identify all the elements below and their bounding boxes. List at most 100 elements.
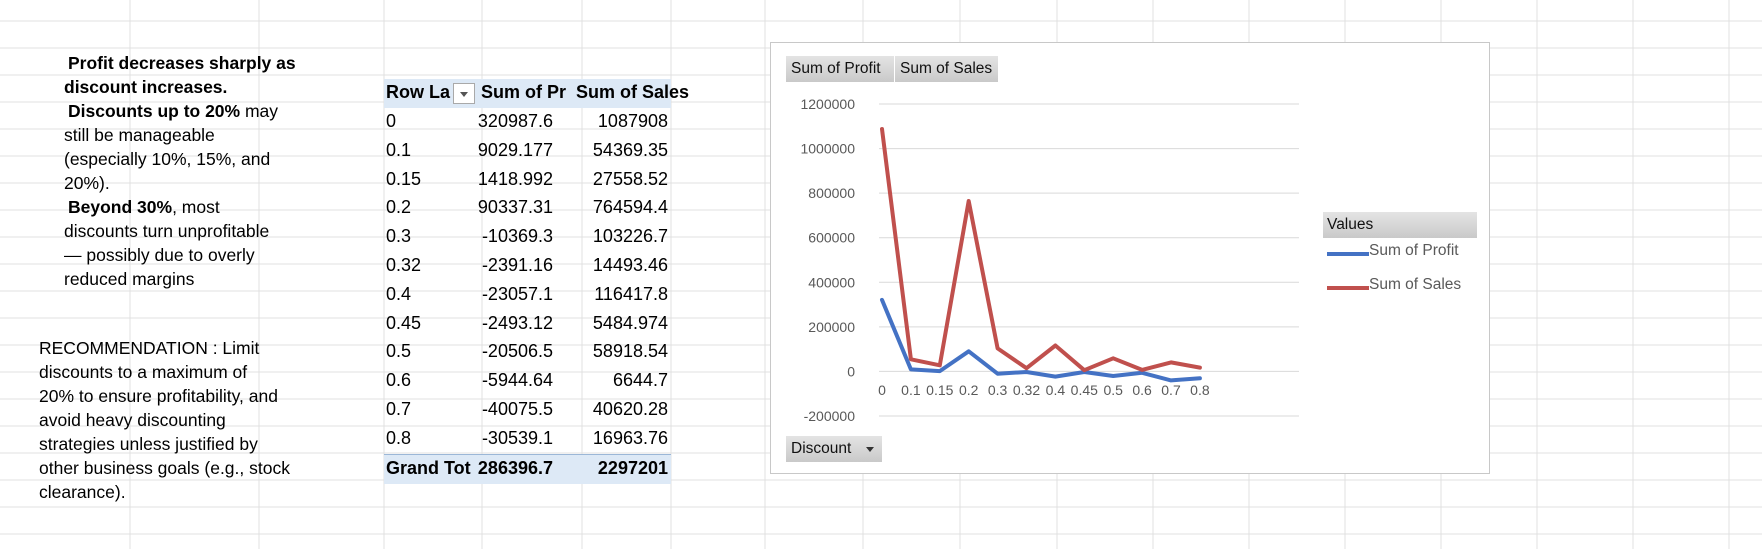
pivot-row-profit: -30539.1 [481, 427, 553, 448]
pivot-row-sales: 40620.28 [592, 399, 668, 419]
discount-field-button[interactable]: Discount [786, 436, 882, 462]
y-tick-label: 400000 [808, 274, 855, 290]
legend-item: Sum of Profit [1323, 238, 1477, 272]
insight-line: Discounts up to 20% may [64, 99, 344, 123]
pivot-row: 0 320987.6 1087908 [384, 108, 671, 137]
pivot-row-sales: 5484.974 [592, 312, 668, 333]
insight-text: (especially 10%, 15%, and [64, 149, 271, 169]
insight-line: Profit decreases sharply as [64, 51, 344, 75]
insight-text: reduced margins [64, 269, 195, 289]
insight-line: discounts turn unprofitable [64, 219, 344, 243]
x-tick-label: 0.4 [1046, 382, 1066, 398]
insight-text: still be manageable [64, 125, 215, 145]
pivot-row-label: 0 [386, 111, 397, 131]
insight-line: discount increases. [64, 75, 344, 99]
pivot-row-label: 0.45 [386, 312, 422, 333]
insights-note: Profit decreases sharply as discount incr… [64, 51, 344, 291]
legend-label: Sum of Sales [1369, 276, 1462, 293]
insight-text: 20%). [64, 173, 110, 193]
x-tick-label: 0.5 [1103, 382, 1123, 398]
pivot-row-label: 0.15 [386, 168, 422, 189]
x-tick-label: 0.15 [926, 382, 953, 398]
pivot-row-sales: 764594.4 [592, 197, 668, 218]
legend-title: Values [1323, 212, 1477, 238]
pivot-row-sales: 116417.8 [594, 283, 668, 304]
pivot-row-label: 0.2 [386, 197, 412, 218]
pivot-row-sales: 58918.54 [592, 341, 668, 362]
pivot-row-profit: 90337.31 [477, 197, 553, 218]
grand-total-sales: 2297201 [597, 458, 668, 478]
pivot-row-label: 0.4 [386, 283, 412, 304]
y-tick-label: 1000000 [800, 141, 855, 157]
pivot-row-label: 0.5 [386, 341, 412, 362]
pivot-row-profit: -23057.1 [481, 283, 553, 304]
y-tick-label: 800000 [808, 185, 855, 201]
pivot-row-sales: 54369.35 [592, 139, 668, 160]
pivot-row: 0.32 -2391.16 14493.46 [384, 252, 671, 281]
x-tick-label: 0.8 [1190, 382, 1210, 398]
pivot-row-profit: -5944.64 [481, 370, 553, 391]
pivot-row-profit: 9029.177 [477, 139, 553, 160]
x-tick-label: 0.6 [1132, 382, 1152, 398]
grand-total-row: Grand Tot 286396.7 2297201 [384, 454, 671, 484]
chevron-down-icon[interactable] [866, 447, 874, 452]
row-labels-filter-button[interactable] [453, 83, 475, 104]
pivot-row: 0.8 -30539.1 16963.76 [384, 425, 671, 454]
pivot-chart[interactable]: Sum of Profit Sum of Sales 1200000 100000… [770, 42, 1490, 474]
x-tick-label: 0.7 [1161, 382, 1181, 398]
pivot-header-row: Row La Sum of Pr Sum of Sales [384, 79, 689, 108]
x-tick-label: 0.2 [959, 382, 979, 398]
insight-line: — possibly due to overly [64, 243, 344, 267]
pivot-row: 0.15 1418.992 27558.52 [384, 166, 671, 195]
insight-text: , most [172, 197, 220, 217]
y-tick-label: -200000 [804, 408, 856, 424]
pivot-row-label: 0.8 [386, 427, 412, 448]
pivot-row: 0.45 -2493.12 5484.974 [384, 310, 671, 339]
x-tick-label: 0.3 [988, 382, 1008, 398]
y-tick-label: 600000 [808, 230, 855, 246]
pivot-row-label: 0.1 [386, 139, 412, 160]
insight-line: 20%). [64, 171, 344, 195]
pivot-row-sales: 14493.46 [592, 255, 668, 275]
insight-line: Beyond 30%, most [64, 195, 344, 219]
y-tick-label: 0 [847, 363, 855, 379]
pivot-row: 0.2 90337.31 764594.4 [384, 194, 671, 223]
discount-field-label: Discount [791, 440, 852, 457]
grand-total-label: Grand Tot [386, 458, 471, 478]
pivot-row: 0.1 9029.177 54369.35 [384, 137, 671, 166]
y-tick-label: 200000 [808, 319, 855, 335]
x-tick-label: 0 [878, 382, 886, 398]
pivot-row: 0.4 -23057.1 116417.8 [384, 281, 671, 310]
pivot-row-profit: -2493.12 [481, 312, 553, 333]
insight-line: (especially 10%, 15%, and [64, 147, 344, 171]
pivot-row-sales: 27558.52 [592, 168, 668, 189]
x-tick-label: 0.1 [901, 382, 921, 398]
pivot-row-profit: 320987.6 [477, 111, 553, 131]
legend-label: Sum of Profit [1369, 242, 1459, 259]
series-line-sales[interactable] [880, 127, 1202, 373]
insight-text: discounts turn unprofitable [64, 221, 270, 241]
pivot-row: 0.7 -40075.5 40620.28 [384, 396, 671, 425]
insight-line: still be manageable [64, 123, 344, 147]
recommendation-line: other business goals (e.g., stock [39, 458, 290, 478]
legend-item: Sum of Sales [1323, 272, 1477, 306]
insight-text: — possibly due to overly [64, 245, 255, 265]
grand-total-profit: 286396.7 [477, 458, 553, 478]
recommendation-line: strategies unless justified by [39, 434, 258, 454]
x-tick-label: 0.32 [1013, 382, 1040, 398]
recommendation-note: RECOMMENDATION : Limit discounts to a max… [39, 336, 339, 504]
recommendation-line: RECOMMENDATION : Limit [39, 338, 260, 358]
pivot-row: 0.3 -10369.3 103226.7 [384, 223, 671, 252]
pivot-row-label: 0.32 [386, 255, 422, 275]
insight-bold-text: discount increases. [64, 77, 228, 97]
recommendation-line: clearance). [39, 482, 126, 502]
x-tick-label: 0.45 [1071, 382, 1098, 398]
sum-of-sales-header: Sum of Sales [576, 82, 690, 102]
insight-bold-text: Beyond 30% [68, 197, 173, 217]
recommendation-line: discounts to a maximum of [39, 362, 248, 382]
recommendation-line: avoid heavy discounting [39, 410, 226, 430]
pivot-row-profit: 1418.992 [477, 168, 553, 189]
pivot-row-sales: 6644.7 [612, 370, 668, 391]
pivot-row-profit: -2391.16 [481, 255, 553, 275]
insight-text: may [240, 101, 279, 121]
